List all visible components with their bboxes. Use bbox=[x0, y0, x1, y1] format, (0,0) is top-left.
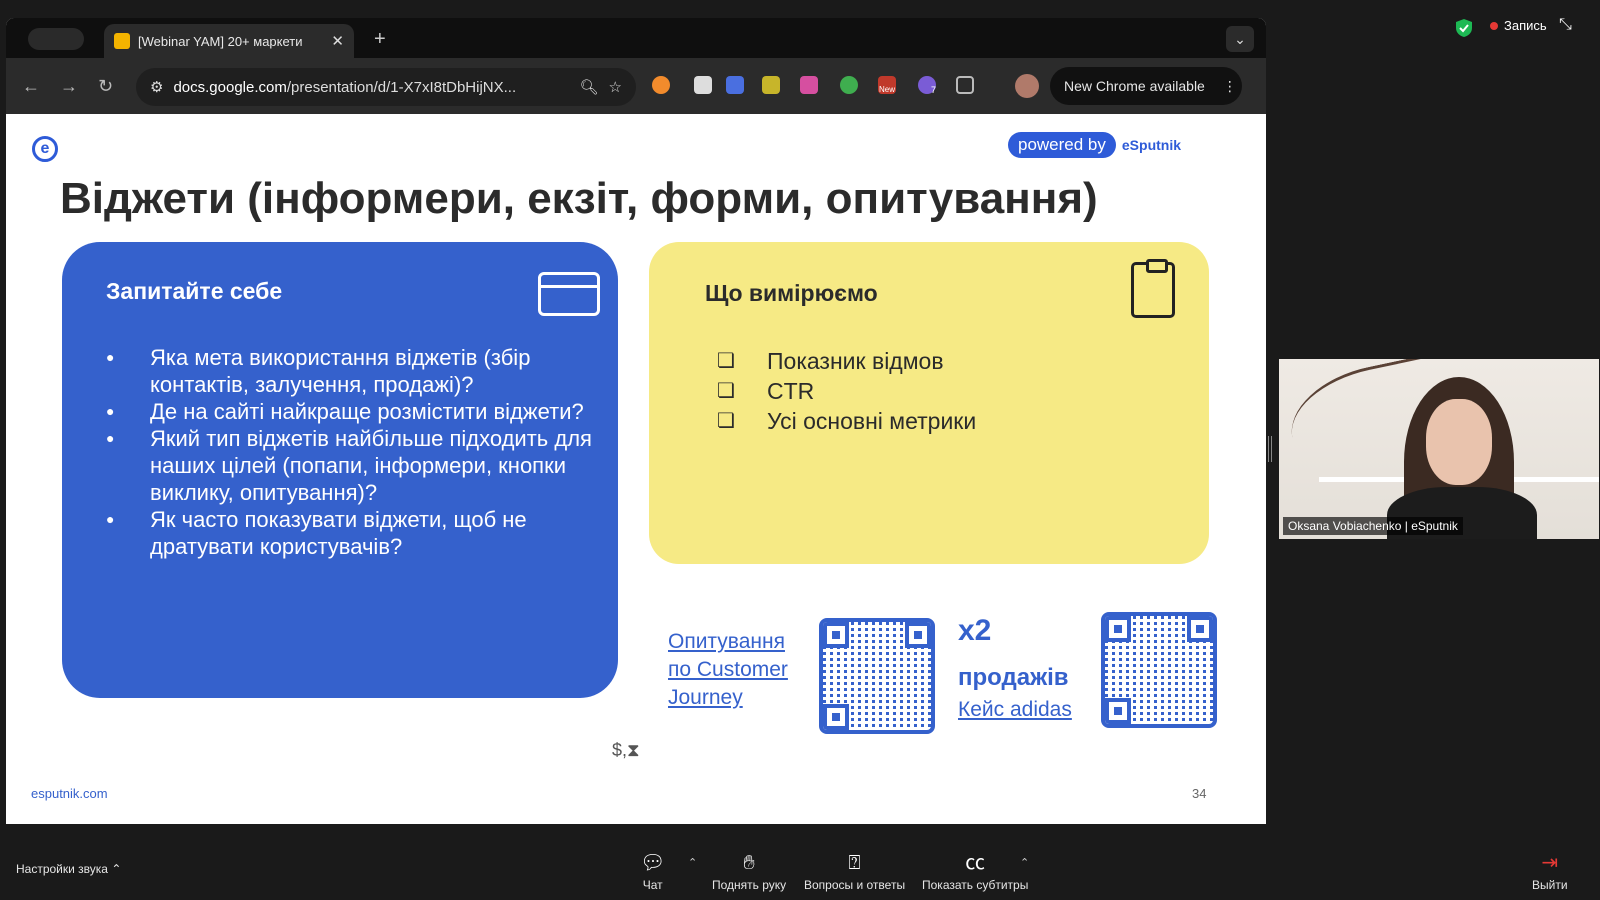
list-item: CTR bbox=[717, 376, 976, 406]
forward-icon[interactable]: → bbox=[60, 76, 78, 97]
sales-label: продажів bbox=[958, 664, 1069, 691]
survey-customer-journey-link[interactable]: Опитування по Customer Journey bbox=[668, 628, 808, 712]
browser-window: [Webinar YAM] 20+ маркети ✕ + ⌄ ← → ↻ ⚙ … bbox=[6, 18, 1266, 824]
esputnik-logo-icon: e bbox=[32, 136, 58, 162]
participant-name-label: Oksana Vobiachenko | eSputnik bbox=[1283, 517, 1463, 535]
tab-strip: [Webinar YAM] 20+ маркети ✕ + ⌄ bbox=[6, 18, 1266, 58]
slides-favicon-icon bbox=[114, 33, 130, 49]
chat-icon: 💬︎ bbox=[640, 852, 666, 874]
what-we-measure-heading: Що вимірюємо bbox=[705, 280, 878, 306]
metrics-list: Показник відмов CTR Усі основні метрики bbox=[717, 346, 976, 436]
list-item: Яка мета використання віджетів (збір кон… bbox=[102, 344, 592, 398]
powered-by-badge: powered by eSputnik bbox=[1008, 130, 1181, 160]
extension-count-badge-icon[interactable]: 7 bbox=[918, 76, 936, 95]
qr-code-adidas bbox=[1101, 612, 1217, 728]
extension-icon-5[interactable] bbox=[800, 76, 818, 94]
chrome-menu-icon[interactable]: ⋮ bbox=[1223, 78, 1237, 95]
recording-dot-icon bbox=[1490, 21, 1498, 30]
speaker-face bbox=[1426, 399, 1492, 485]
chat-button[interactable]: 💬︎ Чат bbox=[640, 852, 665, 892]
leave-icon: ⇥ bbox=[1541, 852, 1559, 874]
url-text[interactable]: docs.google.com/presentation/d/1-X7xI8tD… bbox=[173, 79, 569, 96]
list-item: Який тип віджетів найбільше підходить дл… bbox=[102, 425, 592, 506]
powered-by-label: powered by bbox=[1008, 132, 1116, 158]
show-captions-button[interactable]: ㏄ Показать субтитры bbox=[922, 852, 1028, 892]
extension-icon-4[interactable] bbox=[762, 76, 780, 94]
profile-avatar[interactable] bbox=[1015, 74, 1039, 98]
x2-label: x2 bbox=[958, 614, 992, 647]
raise-hand-button[interactable]: ✋︎ Поднять руку bbox=[712, 852, 786, 892]
extensions-puzzle-icon[interactable] bbox=[956, 76, 974, 94]
tab-group-pill[interactable] bbox=[28, 28, 84, 50]
questions-list: Яка мета використання віджетів (збір кон… bbox=[102, 344, 592, 560]
captions-icon: ㏄ bbox=[965, 852, 986, 874]
captions-options-caret-icon[interactable]: ⌃ bbox=[1020, 856, 1029, 869]
qa-button[interactable]: ⍰ Вопросы и ответы bbox=[804, 852, 905, 892]
adidas-case-link[interactable]: Кейс adidas bbox=[958, 696, 1072, 724]
what-we-measure-card: Що вимірюємо Показник відмов CTR Усі осн… bbox=[649, 242, 1209, 564]
browser-window-icon bbox=[538, 272, 600, 316]
slide-title: Віджети (інформери, екзіт, форми, опитув… bbox=[60, 174, 1098, 223]
list-item: Де на сайті найкраще розмістити віджети? bbox=[102, 398, 592, 425]
extension-icon-1[interactable] bbox=[652, 76, 670, 94]
slide-page-number: 34 bbox=[1192, 786, 1207, 801]
active-tab[interactable]: [Webinar YAM] 20+ маркети ✕ bbox=[104, 24, 354, 58]
footer-url: esputnik.com bbox=[31, 786, 108, 801]
new-tab-icon[interactable]: + bbox=[374, 28, 386, 51]
list-item: Показник відмов bbox=[717, 346, 976, 376]
list-item: Як часто показувати віджети, щоб не драт… bbox=[102, 506, 592, 560]
tab-search-chevron-icon[interactable]: ⌄ bbox=[1226, 26, 1254, 52]
new-chrome-label: New Chrome available bbox=[1064, 78, 1205, 94]
address-bar[interactable]: ⚙ docs.google.com/presentation/d/1-X7xI8… bbox=[136, 68, 636, 106]
brand-name: eSputnik bbox=[1121, 137, 1182, 153]
ask-yourself-card: Запитайте себе Яка мета використання від… bbox=[62, 242, 618, 698]
checklist-clipboard-icon bbox=[1131, 259, 1175, 318]
zoom-magnifier-icon[interactable]: 🔍︎ bbox=[580, 78, 599, 96]
chat-options-caret-icon[interactable]: ⌃ bbox=[688, 856, 697, 869]
panel-resize-handle[interactable] bbox=[1268, 436, 1272, 462]
new-chrome-available-button[interactable]: New Chrome available ⋮ bbox=[1050, 67, 1242, 105]
leave-button[interactable]: ⇥ Выйти bbox=[1532, 852, 1568, 892]
slide-mark: $,⧗ bbox=[612, 740, 640, 760]
meeting-controls-bar: Настройки звука ⌃ 💬︎ Чат ⌃ ✋︎ Поднять ру… bbox=[0, 842, 1600, 900]
raise-hand-icon: ✋︎ bbox=[743, 852, 755, 874]
close-tab-icon[interactable]: ✕ bbox=[331, 32, 344, 50]
back-icon[interactable]: ← bbox=[22, 76, 40, 97]
extension-icon-3[interactable] bbox=[726, 76, 744, 94]
extension-new-badge-icon[interactable]: New bbox=[878, 76, 896, 94]
audio-settings-button[interactable]: Настройки звука ⌃ bbox=[16, 862, 121, 876]
recording-label: Запись bbox=[1504, 18, 1547, 33]
qa-icon: ⍰ bbox=[848, 852, 861, 874]
tab-title: [Webinar YAM] 20+ маркети bbox=[138, 33, 303, 49]
security-shield-icon[interactable] bbox=[1455, 18, 1473, 38]
recording-indicator[interactable]: Запись bbox=[1490, 18, 1547, 33]
collapse-icon[interactable]: ⤡ bbox=[1559, 16, 1572, 34]
extension-icon-6[interactable] bbox=[840, 76, 858, 94]
site-settings-icon[interactable]: ⚙ bbox=[150, 78, 163, 96]
reload-icon[interactable]: ↻ bbox=[98, 76, 113, 97]
bookmark-star-icon[interactable]: ☆ bbox=[609, 78, 622, 96]
qr-code-survey bbox=[819, 618, 935, 734]
ask-yourself-heading: Запитайте себе bbox=[106, 278, 283, 304]
browser-toolbar: ← → ↻ ⚙ docs.google.com/presentation/d/1… bbox=[6, 58, 1266, 114]
participant-video[interactable]: Oksana Vobiachenko | eSputnik bbox=[1279, 359, 1599, 539]
extension-icon-2[interactable] bbox=[694, 76, 712, 94]
list-item: Усі основні метрики bbox=[717, 406, 976, 436]
presentation-slide: e powered by eSputnik Віджети (інформери… bbox=[6, 114, 1266, 824]
